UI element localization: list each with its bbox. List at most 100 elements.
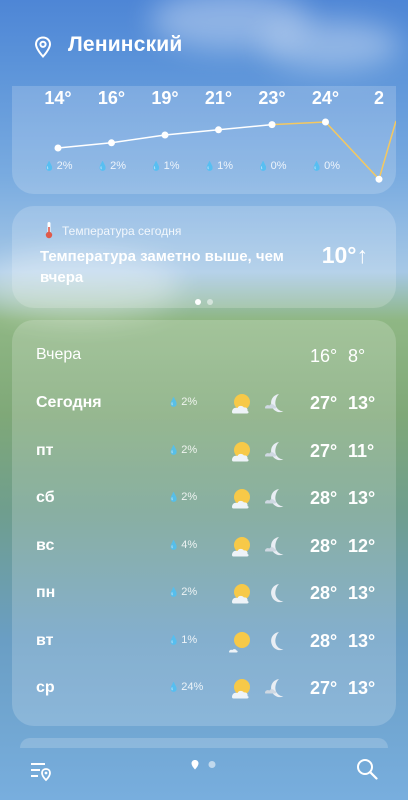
temp-line-segment [57,142,112,149]
forecast-precip-value: 2% [181,586,198,598]
raindrop-icon: 💧 [168,444,180,455]
forecast-day-name: сб [36,489,55,506]
temp-point [322,118,329,126]
forecast-max: 28° [310,488,338,508]
forecast-precip: 💧 2% [168,396,197,408]
temp-line-segment [218,123,273,131]
hourly-precip: 💧 1% [140,160,190,172]
forecast-max: 27° [310,678,338,698]
location-list-icon[interactable] [30,760,52,782]
forecast-precip: 💧 2% [168,444,197,456]
today-card-label: Температура сегодня [62,224,182,238]
forecast-day-row[interactable]: вс 💧 4% 28° 12° [12,523,396,571]
forecast-max: 28° [310,583,338,603]
hourly-temp: 19° [151,88,179,108]
hourly-precip-value: 1% [163,160,180,172]
forecast-precip-value: 4% [181,538,198,551]
forecast-precip-value: 2% [181,443,198,456]
partly-cloudy-sun-icon [228,485,256,513]
raindrop-icon: 💧 [168,539,180,550]
partly-cloudy-sun-icon [228,390,256,418]
location-pager [191,760,216,770]
forecast-day-name: вс [36,536,55,554]
forecast-min: 13° [348,393,376,413]
search-icon[interactable] [356,758,378,780]
forecast-max: 28° [310,535,338,556]
forecast-day-row[interactable]: пт 💧 2% 27° 11° [12,428,396,476]
moon-icon [262,580,290,608]
location-pin-icon[interactable] [33,36,53,58]
hourly-temp: 21° [204,88,233,108]
forecast-day-name: пн [36,584,56,601]
next-card-edge [20,738,388,748]
temp-line-segment [111,134,166,144]
partly-cloudy-sun-icon [228,675,256,703]
raindrop-icon: 💧 [168,492,180,502]
cloudy-moon-icon [262,675,290,703]
forecast-precip: 💧 1% [168,634,197,646]
forecast-day-row[interactable]: ср 💧 24% 27° 13° [12,665,396,713]
hourly-precip-value: 2% [110,160,127,172]
forecast-precip-value: 24% [181,681,204,693]
raindrop-icon: 💧 [257,161,269,171]
forecast-precip-value: 2% [181,396,198,408]
hourly-precip-value: 2% [56,160,73,172]
forecast-day-row[interactable]: вт 💧 1% 28° 13° [12,618,396,666]
hourly-precip: 💧 2% [33,160,83,172]
temp-line-segment [271,121,326,126]
partly-cloudy-sun-icon [228,533,256,561]
hourly-temp: 24° [311,88,340,108]
forecast-day-row[interactable]: сб 💧 2% 28° 13° [12,475,396,523]
temp-line-segment [378,120,396,180]
today-card-value: 10°↑ [321,242,368,268]
app-header: Ленинский [0,0,408,86]
forecast-max: 28° [310,630,338,651]
hourly-precip-value: 1% [217,160,234,172]
forecast-day-name: Сегодня [36,394,102,411]
page-dot [207,299,213,305]
hourly-precip: 💧 0% [247,160,297,172]
raindrop-icon: 💧 [168,587,180,597]
hourly-temp: 14° [44,88,72,108]
today-temperature-card[interactable]: Температура сегодня Температура заметно … [12,206,396,308]
today-card-text: Температура заметно выше, чем вчера [40,248,284,286]
thermometer-icon [45,222,53,239]
forecast-day-name: пт [36,441,54,459]
forecast-day-name: ср [36,679,55,696]
forecast-day-name: вт [36,631,54,649]
raindrop-icon: 💧 [203,161,216,171]
forecast-precip: 💧 2% [168,491,197,503]
hourly-temp: 23° [258,88,286,108]
forecast-precip-value: 1% [181,633,198,646]
temp-point [161,131,169,139]
forecast-min: 11° [348,440,375,461]
forecast-precip: 💧 2% [168,586,197,598]
partly-cloudy-sun-icon [228,438,256,466]
raindrop-icon: 💧 [168,634,180,645]
raindrop-icon: 💧 [43,161,55,171]
daily-forecast-card[interactable]: Вчера 16° 8° Сегодня 💧 2% 27° 13° пт 💧 2% 27° 11°… [12,320,396,726]
forecast-min: 13° [348,678,376,698]
temp-point [375,175,383,183]
raindrop-icon: 💧 [96,161,109,171]
temp-point [268,121,276,129]
cloudy-moon-icon [262,533,290,561]
raindrop-icon: 💧 [168,682,180,692]
yesterday-min: 8° [348,346,366,366]
forecast-min: 12° [348,535,376,556]
page-dot-active [195,299,201,305]
cloudy-moon-icon [262,438,290,466]
forecast-precip: 💧 24% [168,681,203,693]
hourly-forecast-card[interactable]: 14° 💧 2% 16° 💧 2% 19° 💧 1% 21° 💧 1% 23° 💧 0% 24° 💧 0% 2 [12,86,396,194]
forecast-day-row[interactable]: Сегодня 💧 2% 27° 13° [12,380,396,428]
hourly-precip: 💧 2% [87,160,137,172]
hourly-precip-value: 0% [270,160,287,172]
raindrop-icon: 💧 [168,397,180,407]
forecast-precip: 💧 4% [168,539,197,551]
temp-point [215,126,222,134]
forecast-min: 13° [348,583,376,603]
card-page-indicator [12,292,396,308]
forecast-day-row[interactable]: пн 💧 2% 28° 13° [12,570,396,618]
location-name[interactable]: Ленинский [68,33,183,57]
sun-small-cloud-icon [228,628,256,656]
